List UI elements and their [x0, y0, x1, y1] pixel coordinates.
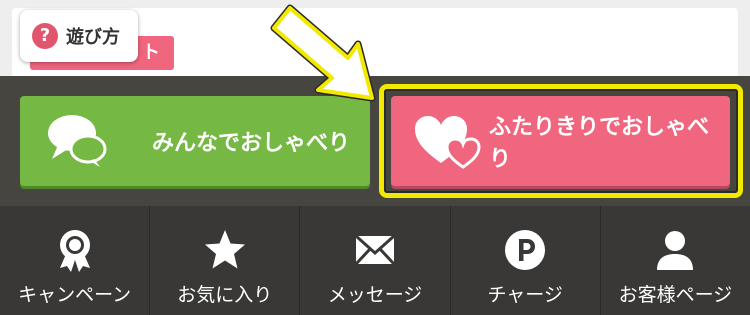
- app-screen: ト ? 遊び方 みんなでおしゃべり ふたりきりでおしゃべり キャンペーン お気に…: [0, 0, 750, 315]
- nav-label: チャージ: [487, 284, 563, 306]
- nav-item-campaign[interactable]: キャンペーン: [0, 206, 149, 315]
- bottom-nav: キャンペーン お気に入り メッセージ チャージ お客様ページ: [0, 206, 750, 315]
- question-icon: ?: [32, 23, 58, 49]
- how-to-play-button[interactable]: ? 遊び方: [20, 10, 138, 62]
- nav-label: お客様ページ: [618, 284, 733, 306]
- nav-label: キャンペーン: [18, 284, 132, 306]
- speech-bubbles-icon: [42, 111, 112, 171]
- nav-item-messages[interactable]: メッセージ: [299, 206, 449, 315]
- nav-item-favorites[interactable]: お気に入り: [149, 206, 299, 315]
- how-to-play-label: 遊び方: [66, 27, 120, 48]
- highlight-frame: [379, 84, 743, 198]
- award-ribbon-icon: [59, 230, 90, 272]
- nav-item-charge[interactable]: チャージ: [449, 206, 600, 315]
- star-icon: [204, 230, 245, 269]
- points-p-icon: [505, 230, 546, 270]
- nav-label: メッセージ: [327, 284, 423, 306]
- user-icon: [657, 231, 694, 270]
- nav-item-account[interactable]: お客様ページ: [599, 206, 750, 315]
- envelope-icon: [354, 234, 396, 266]
- pointer-arrow-icon: [270, 4, 376, 102]
- nav-label: お気に入り: [177, 284, 273, 306]
- group-chat-label: みんなでおしゃべり: [152, 131, 351, 156]
